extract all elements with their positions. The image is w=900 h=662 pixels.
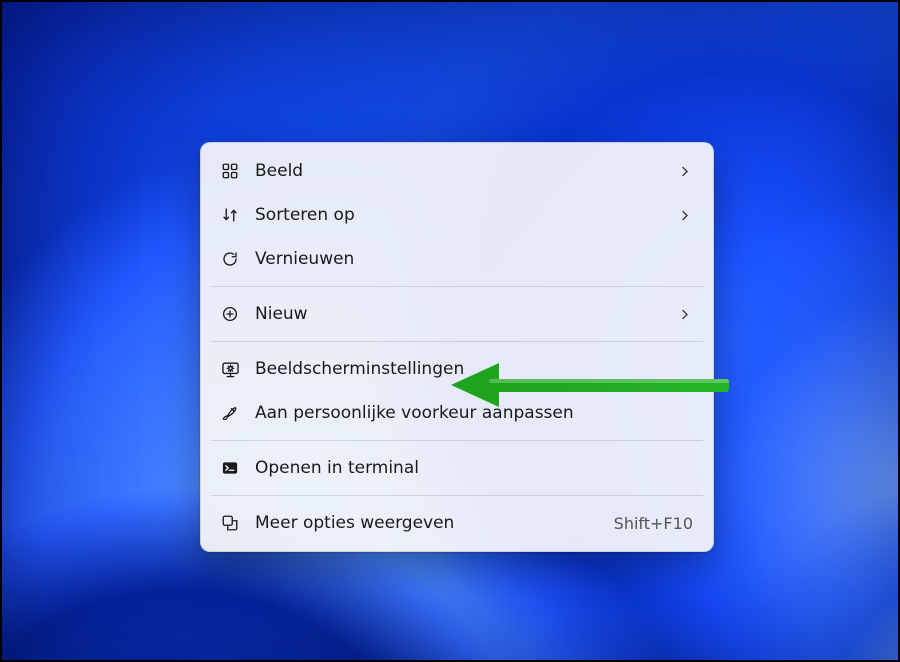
menu-item-personalize[interactable]: Aan persoonlijke voorkeur aanpassen (207, 391, 707, 435)
new-icon (219, 303, 241, 325)
menu-item-label: Vernieuwen (255, 249, 693, 269)
menu-item-label: Meer opties weergeven (255, 513, 600, 533)
menu-item-label: Sorteren op (255, 205, 661, 225)
menu-item-label: Openen in terminal (255, 458, 693, 478)
menu-item-display-settings[interactable]: Beeldscherminstellingen (207, 347, 707, 391)
menu-item-label: Beeld (255, 161, 661, 181)
keyboard-shortcut: Shift+F10 (614, 514, 693, 533)
terminal-icon (219, 457, 241, 479)
menu-item-open-terminal[interactable]: Openen in terminal (207, 446, 707, 490)
menu-separator (211, 341, 703, 342)
menu-item-label: Nieuw (255, 304, 661, 324)
personalize-icon (219, 402, 241, 424)
chevron-right-icon (675, 162, 693, 180)
grid-icon (219, 160, 241, 182)
display-settings-icon (219, 358, 241, 380)
menu-item-refresh[interactable]: Vernieuwen (207, 237, 707, 281)
menu-separator (211, 286, 703, 287)
refresh-icon (219, 248, 241, 270)
menu-item-more-options[interactable]: Meer opties weergeven Shift+F10 (207, 501, 707, 545)
menu-separator (211, 440, 703, 441)
more-options-icon (219, 512, 241, 534)
menu-item-sort-by[interactable]: Sorteren op (207, 193, 707, 237)
chevron-right-icon (675, 305, 693, 323)
sort-icon (219, 204, 241, 226)
chevron-right-icon (675, 206, 693, 224)
menu-item-label: Beeldscherminstellingen (255, 359, 693, 379)
menu-item-new[interactable]: Nieuw (207, 292, 707, 336)
menu-item-view[interactable]: Beeld (207, 149, 707, 193)
menu-item-label: Aan persoonlijke voorkeur aanpassen (255, 403, 693, 423)
menu-separator (211, 495, 703, 496)
desktop-context-menu: Beeld Sorteren op Vernieuwen (200, 142, 714, 552)
